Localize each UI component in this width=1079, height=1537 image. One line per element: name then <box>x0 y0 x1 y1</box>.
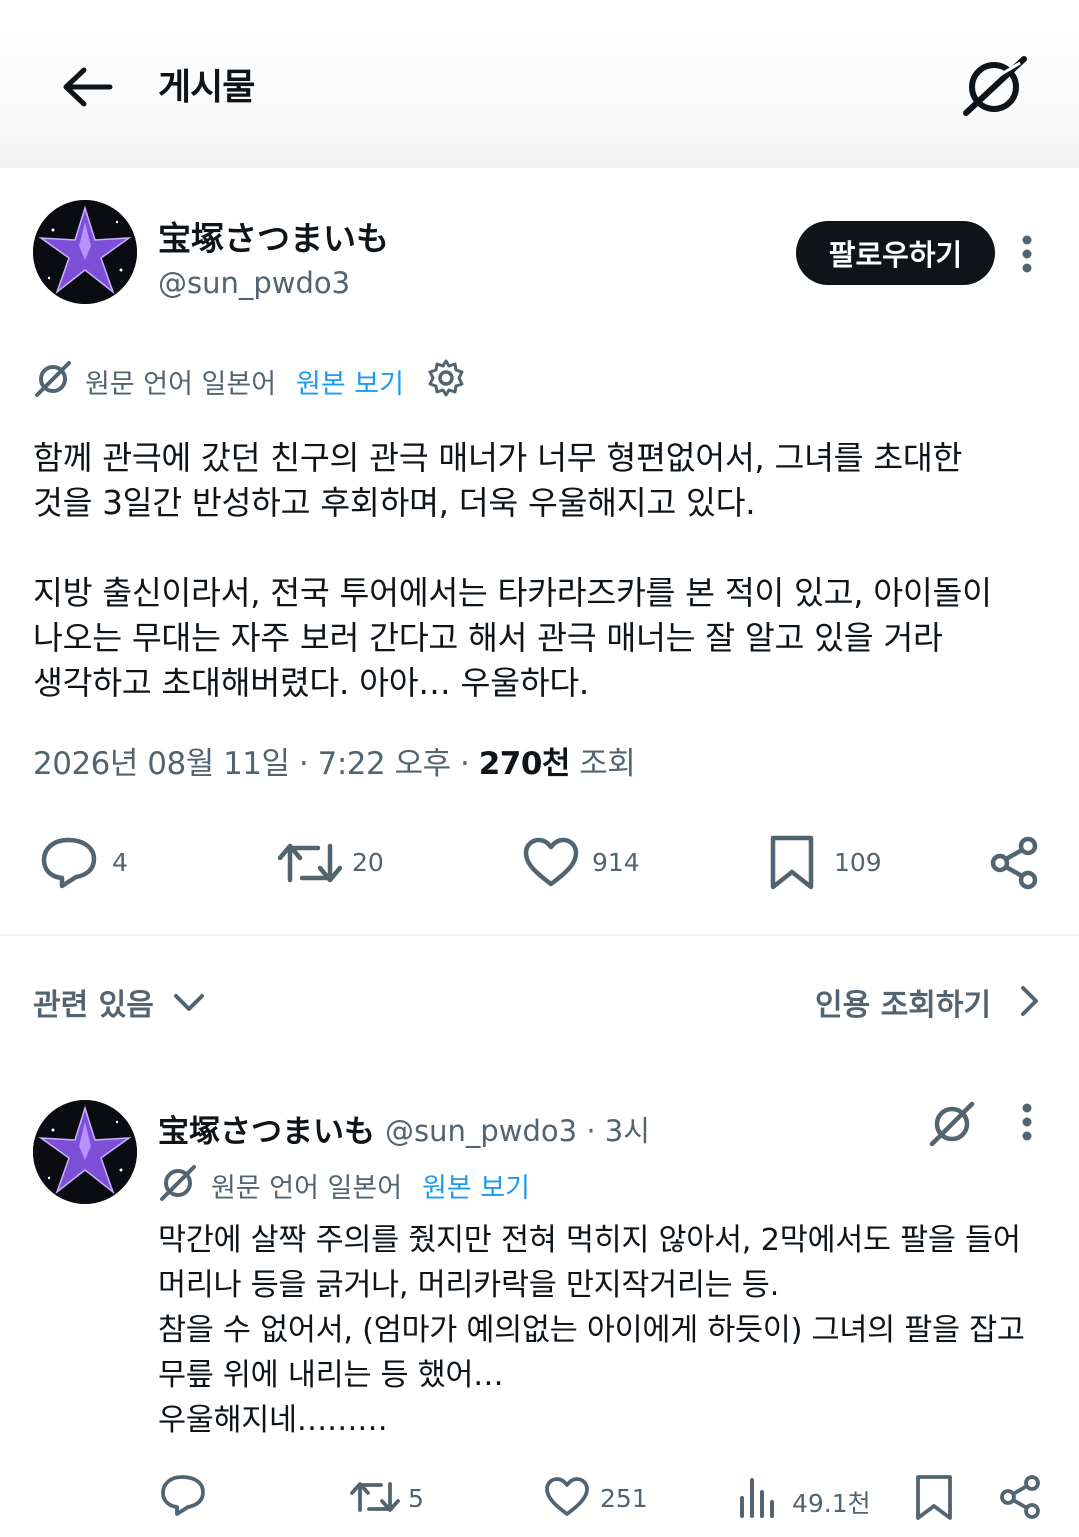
more-options-icon[interactable] <box>1021 234 1033 278</box>
reply-like-icon[interactable] <box>544 1476 590 1518</box>
reply-bookmark-icon[interactable] <box>914 1474 954 1522</box>
translation-source: 원문 언어 일본어 <box>85 369 277 400</box>
chevron-down-icon[interactable] <box>172 988 206 1016</box>
reply-avatar[interactable] <box>33 1100 137 1204</box>
follow-button[interactable]: 팔로우하기 <box>796 221 995 285</box>
reply-repost-icon[interactable] <box>350 1476 400 1518</box>
reply-show-original-link[interactable]: 원본 보기 <box>422 1166 530 1205</box>
avatar[interactable] <box>33 200 137 304</box>
views-count: 270천 <box>478 746 571 782</box>
post-text-line: 생각하고 초대해버렸다. 아아… 우울하다. <box>33 664 589 702</box>
post-text-line: 지방 출신이라서, 전국 투어에서는 타카라즈카를 본 적이 있고, 아이돌이 <box>33 574 992 612</box>
related-label: 관련 있음 <box>33 988 154 1023</box>
grok-icon[interactable] <box>960 55 1030 117</box>
reply-author-handle[interactable]: @sun_pwdo3 · 3시 <box>385 1108 650 1150</box>
show-original-link[interactable]: 원본 보기 <box>296 362 404 401</box>
reply-translation-source: 원문 언어 일본어 <box>211 1173 403 1204</box>
repost-count: 20 <box>352 848 384 877</box>
post-meta: 2026년 08월 11일 · 7:22 오후 · 270천 조회 <box>33 738 636 783</box>
reply-views-count: 49.1천 <box>792 1489 871 1518</box>
author-handle[interactable]: @sun_pwdo3 <box>158 266 350 300</box>
reply-text-line: 머리나 등을 긁거나, 머리카락을 만지작거리는 등. <box>158 1268 779 1303</box>
reply-repost-count: 5 <box>408 1484 424 1513</box>
reply-grok-icon[interactable] <box>928 1100 976 1147</box>
post-text-line: 나오는 무대는 자주 보러 간다고 해서 관극 매너는 잘 알고 있을 거라 <box>33 619 943 657</box>
reply-share-icon[interactable] <box>998 1474 1044 1520</box>
related-toggle[interactable]: 관련 있음 <box>33 980 154 1024</box>
timestamp[interactable]: 2026년 08월 11일 · 7:22 오후 · <box>33 746 479 782</box>
author-name[interactable]: 宝塚さつまいも <box>158 212 389 260</box>
view-quotes-link[interactable]: 인용 조회하기 <box>815 980 991 1024</box>
like-count: 914 <box>592 848 640 877</box>
bookmark-count: 109 <box>834 848 882 877</box>
reply-more-options-icon[interactable] <box>1021 1102 1033 1146</box>
reply-author-name[interactable]: 宝塚さつまいも <box>158 1106 375 1151</box>
reply-like-count: 251 <box>600 1484 648 1513</box>
reply-count: 4 <box>112 848 128 877</box>
reply-icon[interactable] <box>40 836 98 890</box>
page-title: 게시물 <box>158 67 255 108</box>
gear-icon[interactable] <box>426 358 466 398</box>
views-label: 조회 <box>569 746 636 782</box>
bookmark-icon[interactable] <box>768 834 816 892</box>
reply-translate-icon <box>158 1162 198 1202</box>
repost-icon[interactable] <box>277 836 343 890</box>
post-text-line: 함께 관극에 갔던 친구의 관극 매너가 너무 형편없어서, 그녀를 초대한 <box>33 439 963 477</box>
translate-icon <box>33 358 73 398</box>
divider <box>0 934 1079 936</box>
reply-text-line: 막간에 살짝 주의를 줬지만 전혀 먹히지 않아서, 2막에서도 팔을 들어 <box>158 1223 1021 1258</box>
reply-reply-icon[interactable] <box>160 1474 206 1518</box>
reply-text-line: 참을 수 없어서, (엄마가 예의없는 아이에게 하듯이) 그녀의 팔을 잡고 <box>158 1313 1025 1348</box>
like-icon[interactable] <box>522 836 580 890</box>
post-text-line: 것을 3일간 반성하고 후회하며, 더욱 우울해지고 있다. <box>33 484 756 522</box>
share-icon[interactable] <box>988 836 1042 890</box>
reply-text-line: 무릎 위에 내리는 등 했어… <box>158 1358 504 1393</box>
chevron-right-icon[interactable] <box>1015 984 1043 1018</box>
reply-text-line: 우울해지네……… <box>158 1403 388 1438</box>
back-arrow-icon[interactable] <box>60 60 114 114</box>
views-chart-icon[interactable] <box>738 1476 778 1518</box>
